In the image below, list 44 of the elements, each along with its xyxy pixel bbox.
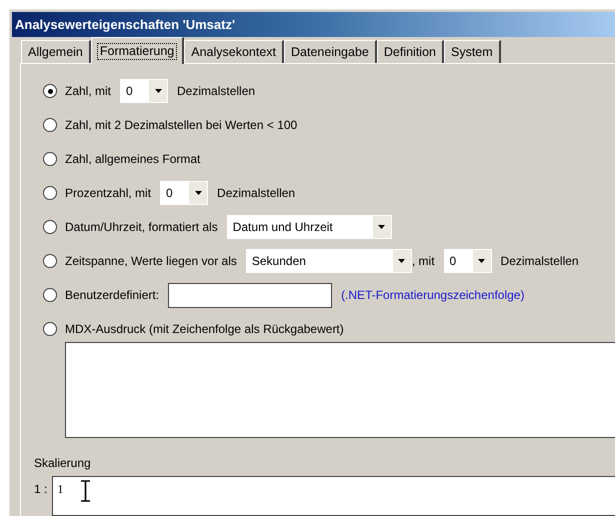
dropdown[interactable]: 0 <box>444 249 492 273</box>
option-label: Dezimalstellen <box>500 253 579 270</box>
option-label: , mit <box>412 253 435 270</box>
tab[interactable]: Allgemein <box>21 40 91 63</box>
option-label: Datum/Uhrzeit, formatiert als <box>65 219 218 236</box>
text-cursor-icon <box>81 480 90 502</box>
option-label: Dezimalstellen <box>177 83 256 100</box>
radio-button[interactable] <box>43 118 57 132</box>
option-label: Zeitspanne, Werte liegen vor als <box>65 253 237 270</box>
tab[interactable]: Formatierung <box>90 37 184 64</box>
radio-button[interactable] <box>43 288 57 302</box>
caret-icon <box>378 225 386 229</box>
tab[interactable]: Dateneingabe <box>284 40 377 63</box>
option-label: Prozentzahl, mit <box>65 185 152 202</box>
text-area[interactable] <box>65 342 615 438</box>
option-label: Dezimalstellen <box>217 185 296 202</box>
radio-button[interactable] <box>43 84 57 98</box>
section-label: Skalierung <box>34 455 91 471</box>
option-label: Zahl, mit 2 Dezimalstellen bei Werten < 100 <box>65 117 298 134</box>
caret-icon <box>154 89 162 93</box>
radio-button[interactable] <box>43 254 57 268</box>
scale-field[interactable]: 1 <box>52 476 615 516</box>
radio-button[interactable] <box>43 220 57 234</box>
text-input[interactable] <box>168 282 332 308</box>
radio-button[interactable] <box>43 186 57 200</box>
link[interactable]: (.NET-Formatierungszeichenfolge) <box>341 286 524 304</box>
option-label: MDX-Ausdruck (mit Zeichenfolge als Rückgabewert) <box>65 321 344 338</box>
scale-prefix: 1 : <box>34 481 48 498</box>
window-title: Analysewerteigenschaften 'Umsatz' <box>12 12 615 37</box>
option-label: Zahl, allgemeines Format <box>65 151 200 168</box>
option-label: Zahl, mit <box>65 83 112 100</box>
dropdown[interactable]: Sekunden <box>246 249 412 273</box>
caret-icon <box>398 259 406 263</box>
tab[interactable]: Definition <box>376 40 444 63</box>
dropdown[interactable]: 0 <box>120 79 168 103</box>
tab[interactable]: Analysekontext <box>184 40 284 63</box>
tab[interactable]: System <box>444 40 501 63</box>
caret-icon <box>478 259 486 263</box>
dropdown[interactable]: 0 <box>160 181 208 205</box>
option-label: Benutzerdefiniert: <box>65 287 160 304</box>
caret-icon <box>194 191 202 195</box>
dropdown[interactable]: Datum und Uhrzeit <box>226 215 392 239</box>
radio-button[interactable] <box>43 322 57 336</box>
radio-button[interactable] <box>43 152 57 166</box>
